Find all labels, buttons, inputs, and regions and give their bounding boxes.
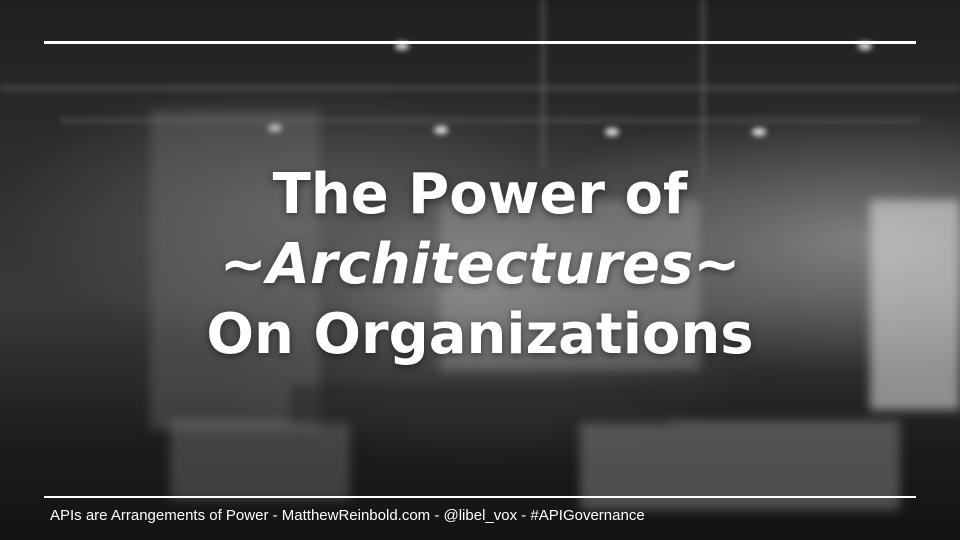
footer-text: APIs are Arrangements of Power - Matthew… xyxy=(50,507,645,524)
title-line: The Power of xyxy=(272,162,688,227)
ceiling-beam xyxy=(0,85,960,91)
title-line-emphasis: ~Architectures~ xyxy=(219,232,741,297)
top-divider-line xyxy=(44,41,916,44)
ceiling-beam xyxy=(540,0,546,170)
table xyxy=(170,420,350,500)
bottom-divider-line xyxy=(44,496,916,498)
title-line: On Organizations xyxy=(206,302,754,367)
presentation-slide: The Power of ~Architectures~ On Organiza… xyxy=(0,0,960,540)
table xyxy=(290,385,670,425)
ceiling-light xyxy=(752,128,766,136)
ceiling-light xyxy=(605,128,619,136)
ceiling-light xyxy=(434,126,448,134)
slide-title: The Power of ~Architectures~ On Organiza… xyxy=(0,160,960,370)
